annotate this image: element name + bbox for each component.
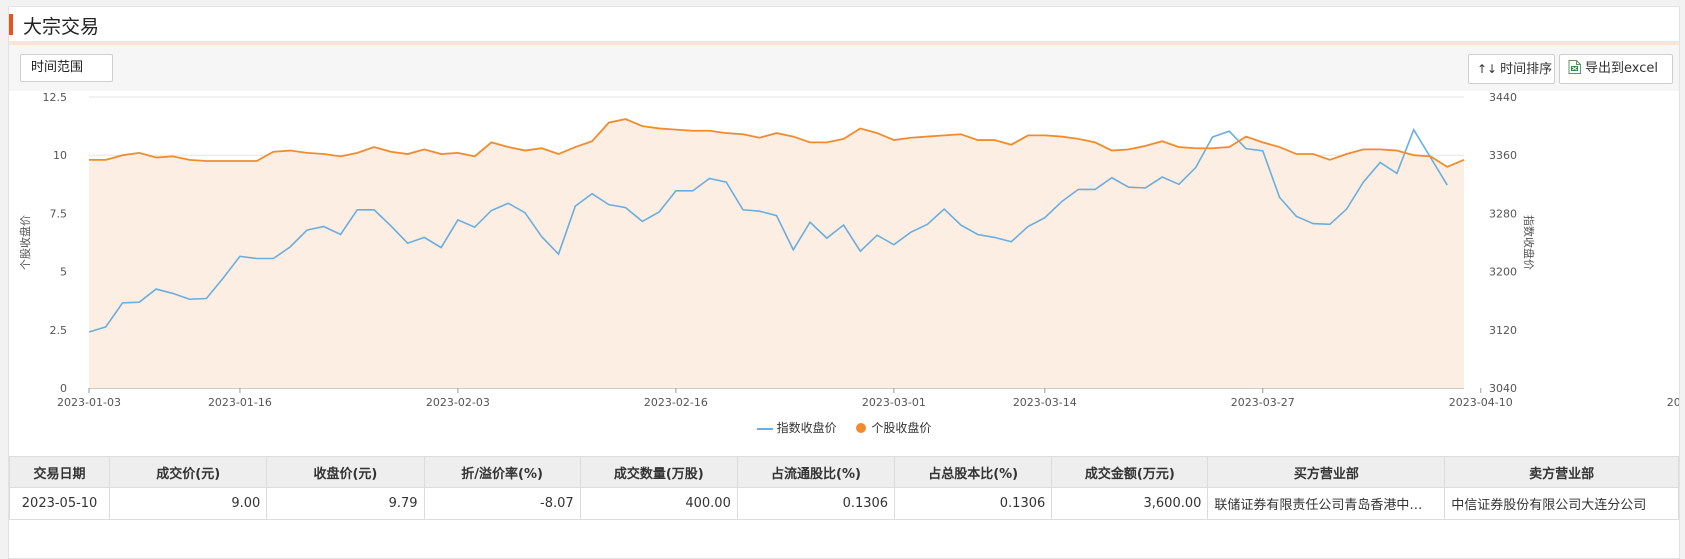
cell-amount: 3,600.00 [1051, 487, 1209, 520]
block-trade-table: 交易日期 成交价(元) 收盘价(元) 折/溢价率(%) 成交数量(万股) 占流通… [8, 456, 1679, 520]
cell-volume: 400.00 [579, 487, 738, 520]
cell-trade-date: 2023-05-10 [8, 487, 111, 520]
legend-dot-swatch [856, 423, 867, 433]
cell-total-ratio: 0.1306 [894, 487, 1053, 520]
col-header-buyer: 买方营业部 [1207, 456, 1446, 488]
col-header-deal-price: 成交价(元) [109, 456, 268, 488]
y-left-tick-label: 12.5 [43, 91, 68, 104]
y-left-axis-title: 个股收盘价 [18, 215, 32, 270]
y-left-tick-label: 5 [60, 266, 67, 279]
legend-item-index[interactable]: 指数收盘价 [756, 419, 837, 436]
cell-deal-price: 9.00 [109, 487, 268, 520]
col-header-trade-date: 交易日期 [8, 456, 111, 488]
block-trade-panel: 大宗交易 时间范围 ↑↓ 时间排序 导出到excel 0 3040 2.5 3120 5 3… [8, 6, 1680, 559]
y-right-tick-label: 3440 [1489, 91, 1517, 104]
x-tick-label: 2023-02-16 [644, 396, 708, 409]
col-header-premium-rate: 折/溢价率(%) [423, 456, 581, 488]
legend-line-swatch [756, 427, 773, 430]
cell-premium-rate: -8.07 [423, 487, 581, 520]
chart-canvas: 0 3040 2.5 3120 5 3200 7.5 3280 10 3360 12.5 3440 个股… [18, 91, 1679, 409]
y-right-tick-label: 3200 [1489, 266, 1517, 279]
legend-item-stock[interactable]: 个股收盘价 [856, 419, 931, 436]
x-tick-label: 2023-01-03 [57, 396, 121, 409]
col-header-close-price: 收盘价(元) [266, 456, 425, 488]
panel-title: 大宗交易 [23, 16, 100, 38]
col-header-volume: 成交数量(万股) [579, 456, 738, 488]
legend-label-stock: 个股收盘价 [871, 421, 932, 435]
col-header-total-ratio: 占总股本比(%) [894, 456, 1053, 488]
x-tick-label: 2023-02-03 [426, 396, 490, 409]
excel-file-icon [1568, 60, 1581, 74]
y-right-tick-label: 3120 [1489, 324, 1517, 337]
toolbar: 时间范围 ↑↓ 时间排序 导出到excel [9, 45, 1679, 91]
panel-header: 大宗交易 [9, 7, 1679, 45]
cell-seller: 中信证券股份有限公司大连分公司 [1444, 487, 1679, 520]
x-tick-label: 2023-01-16 [208, 396, 272, 409]
y-left-tick-label: 2.5 [50, 324, 68, 337]
x-tick-label: 2023-03-27 [1231, 396, 1295, 409]
x-tick-label: 2023-04-10 [1449, 396, 1513, 409]
export-excel-label: 导出到excel [1585, 61, 1658, 76]
price-chart: 0 3040 2.5 3120 5 3200 7.5 3280 10 3360 12.5 3440 个股… [9, 91, 1679, 451]
cell-close-price: 9.79 [266, 487, 425, 520]
cell-buyer: 联储证券有限责任公司青岛香港中… [1207, 487, 1446, 520]
time-sort-button[interactable]: ↑↓ 时间排序 [1468, 54, 1555, 84]
legend-label-index: 指数收盘价 [776, 421, 837, 435]
col-header-amount: 成交金额(万元) [1051, 456, 1209, 488]
col-header-seller: 卖方营业部 [1444, 456, 1679, 488]
x-tick-label: 2023-04-21 [1667, 396, 1679, 409]
x-tick-label: 2023-03-14 [1013, 396, 1077, 409]
chart-legend: 指数收盘价 个股收盘价 [9, 419, 1679, 436]
table-row: 2023-05-10 9.00 9.79 -8.07 400.00 0.1306… [8, 487, 1679, 520]
y-right-tick-label: 3040 [1489, 382, 1517, 395]
sort-arrows-icon: ↑↓ [1477, 62, 1498, 76]
col-header-float-ratio: 占流通股比(%) [736, 456, 896, 488]
y-left-tick-label: 7.5 [50, 207, 68, 220]
time-range-button[interactable]: 时间范围 [20, 54, 113, 82]
table-header-row: 交易日期 成交价(元) 收盘价(元) 折/溢价率(%) 成交数量(万股) 占流通… [8, 456, 1679, 488]
y-right-axis-title: 指数收盘价 [1522, 215, 1536, 270]
cell-float-ratio: 0.1306 [736, 487, 896, 520]
y-left-tick-label: 10 [53, 149, 67, 162]
export-excel-button[interactable]: 导出到excel [1559, 54, 1673, 84]
title-accent-bar [9, 14, 13, 35]
x-tick-label: 2023-03-01 [862, 396, 926, 409]
stock-area-fill [89, 119, 1464, 388]
y-right-tick-label: 3280 [1489, 207, 1517, 220]
y-left-tick-label: 0 [60, 382, 67, 395]
time-sort-label: 时间排序 [1500, 62, 1553, 77]
y-right-tick-label: 3360 [1489, 149, 1517, 162]
